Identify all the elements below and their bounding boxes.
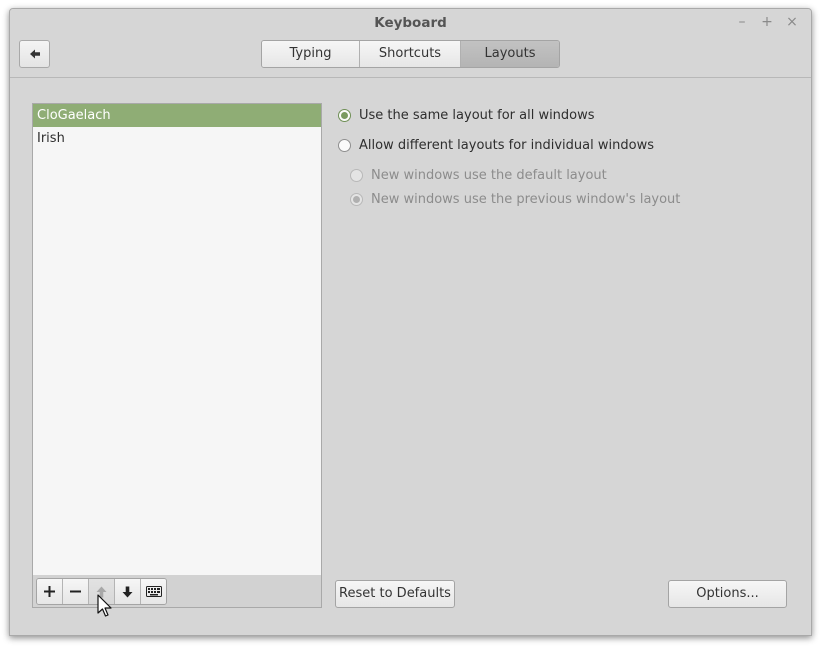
same-layout-label: Use the same layout for all windows <box>359 108 595 123</box>
new-previous-radio <box>350 193 363 206</box>
different-layouts-option[interactable]: Allow different layouts for individual w… <box>338 138 654 153</box>
plus-icon <box>44 586 55 597</box>
options-button[interactable]: Options... <box>668 580 787 608</box>
minimize-button[interactable]: – <box>733 13 751 31</box>
keyboard-icon <box>145 586 162 597</box>
mouse-pointer-icon <box>97 594 112 617</box>
new-default-radio <box>350 169 363 182</box>
window-title: Keyboard <box>374 15 447 31</box>
add-layout-button[interactable] <box>37 579 63 604</box>
new-previous-option: New windows use the previous window's la… <box>350 192 680 207</box>
same-layout-option[interactable]: Use the same layout for all windows <box>338 108 595 123</box>
layout-list: CloGaelach Irish <box>32 103 322 576</box>
different-layouts-radio[interactable] <box>338 139 351 152</box>
list-item-irish[interactable]: Irish <box>33 127 321 150</box>
list-toolbar <box>32 575 322 608</box>
tab-bar: Typing Shortcuts Layouts <box>261 40 560 68</box>
new-default-option: New windows use the default layout <box>350 168 607 183</box>
tab-shortcuts[interactable]: Shortcuts <box>360 41 461 67</box>
arrow-down-icon <box>122 586 133 597</box>
back-button[interactable] <box>19 40 50 68</box>
close-button[interactable]: × <box>783 13 801 31</box>
tab-layouts[interactable]: Layouts <box>461 41 559 67</box>
move-down-button[interactable] <box>115 579 141 604</box>
tab-typing[interactable]: Typing <box>262 41 360 67</box>
minus-icon <box>70 590 81 593</box>
maximize-button[interactable]: + <box>758 13 776 31</box>
reset-to-defaults-button[interactable]: Reset to Defaults <box>335 580 455 608</box>
keyboard-preview-button[interactable] <box>141 579 166 604</box>
new-previous-label: New windows use the previous window's la… <box>371 192 681 207</box>
arrow-left-icon <box>29 49 40 59</box>
remove-layout-button[interactable] <box>63 579 89 604</box>
list-item-clogaelach[interactable]: CloGaelach <box>33 104 321 127</box>
layouts-page: CloGaelach Irish Use the same layout for… <box>10 78 811 635</box>
new-default-label: New windows use the default layout <box>371 168 607 183</box>
different-layouts-label: Allow different layouts for individual w… <box>359 138 654 153</box>
same-layout-radio[interactable] <box>338 109 351 122</box>
titlebar: Keyboard – + × Typing Shortcuts Layouts <box>10 9 811 78</box>
keyboard-window: Keyboard – + × Typing Shortcuts Layouts … <box>9 8 812 636</box>
